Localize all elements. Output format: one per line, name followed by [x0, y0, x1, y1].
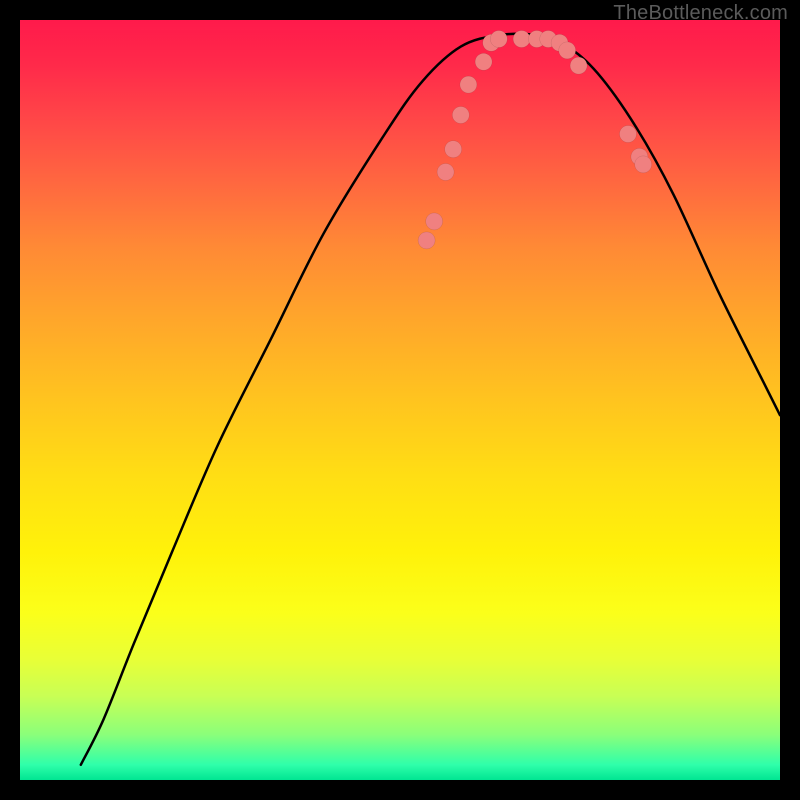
scatter-dot	[513, 31, 530, 48]
chart-frame	[20, 20, 780, 780]
scatter-dot	[490, 31, 507, 48]
scatter-group	[418, 31, 652, 249]
scatter-dot	[559, 42, 576, 59]
scatter-dot	[426, 213, 443, 230]
scatter-dot	[620, 126, 637, 143]
scatter-dot	[570, 57, 587, 74]
plot-area	[20, 20, 780, 780]
scatter-dot	[445, 141, 462, 158]
chart-svg	[20, 20, 780, 780]
bottleneck-curve	[81, 34, 780, 765]
scatter-dot	[437, 164, 454, 181]
scatter-dot	[475, 53, 492, 70]
scatter-dot	[460, 76, 477, 93]
scatter-dot	[635, 156, 652, 173]
scatter-dot	[452, 107, 469, 124]
scatter-dot	[418, 232, 435, 249]
